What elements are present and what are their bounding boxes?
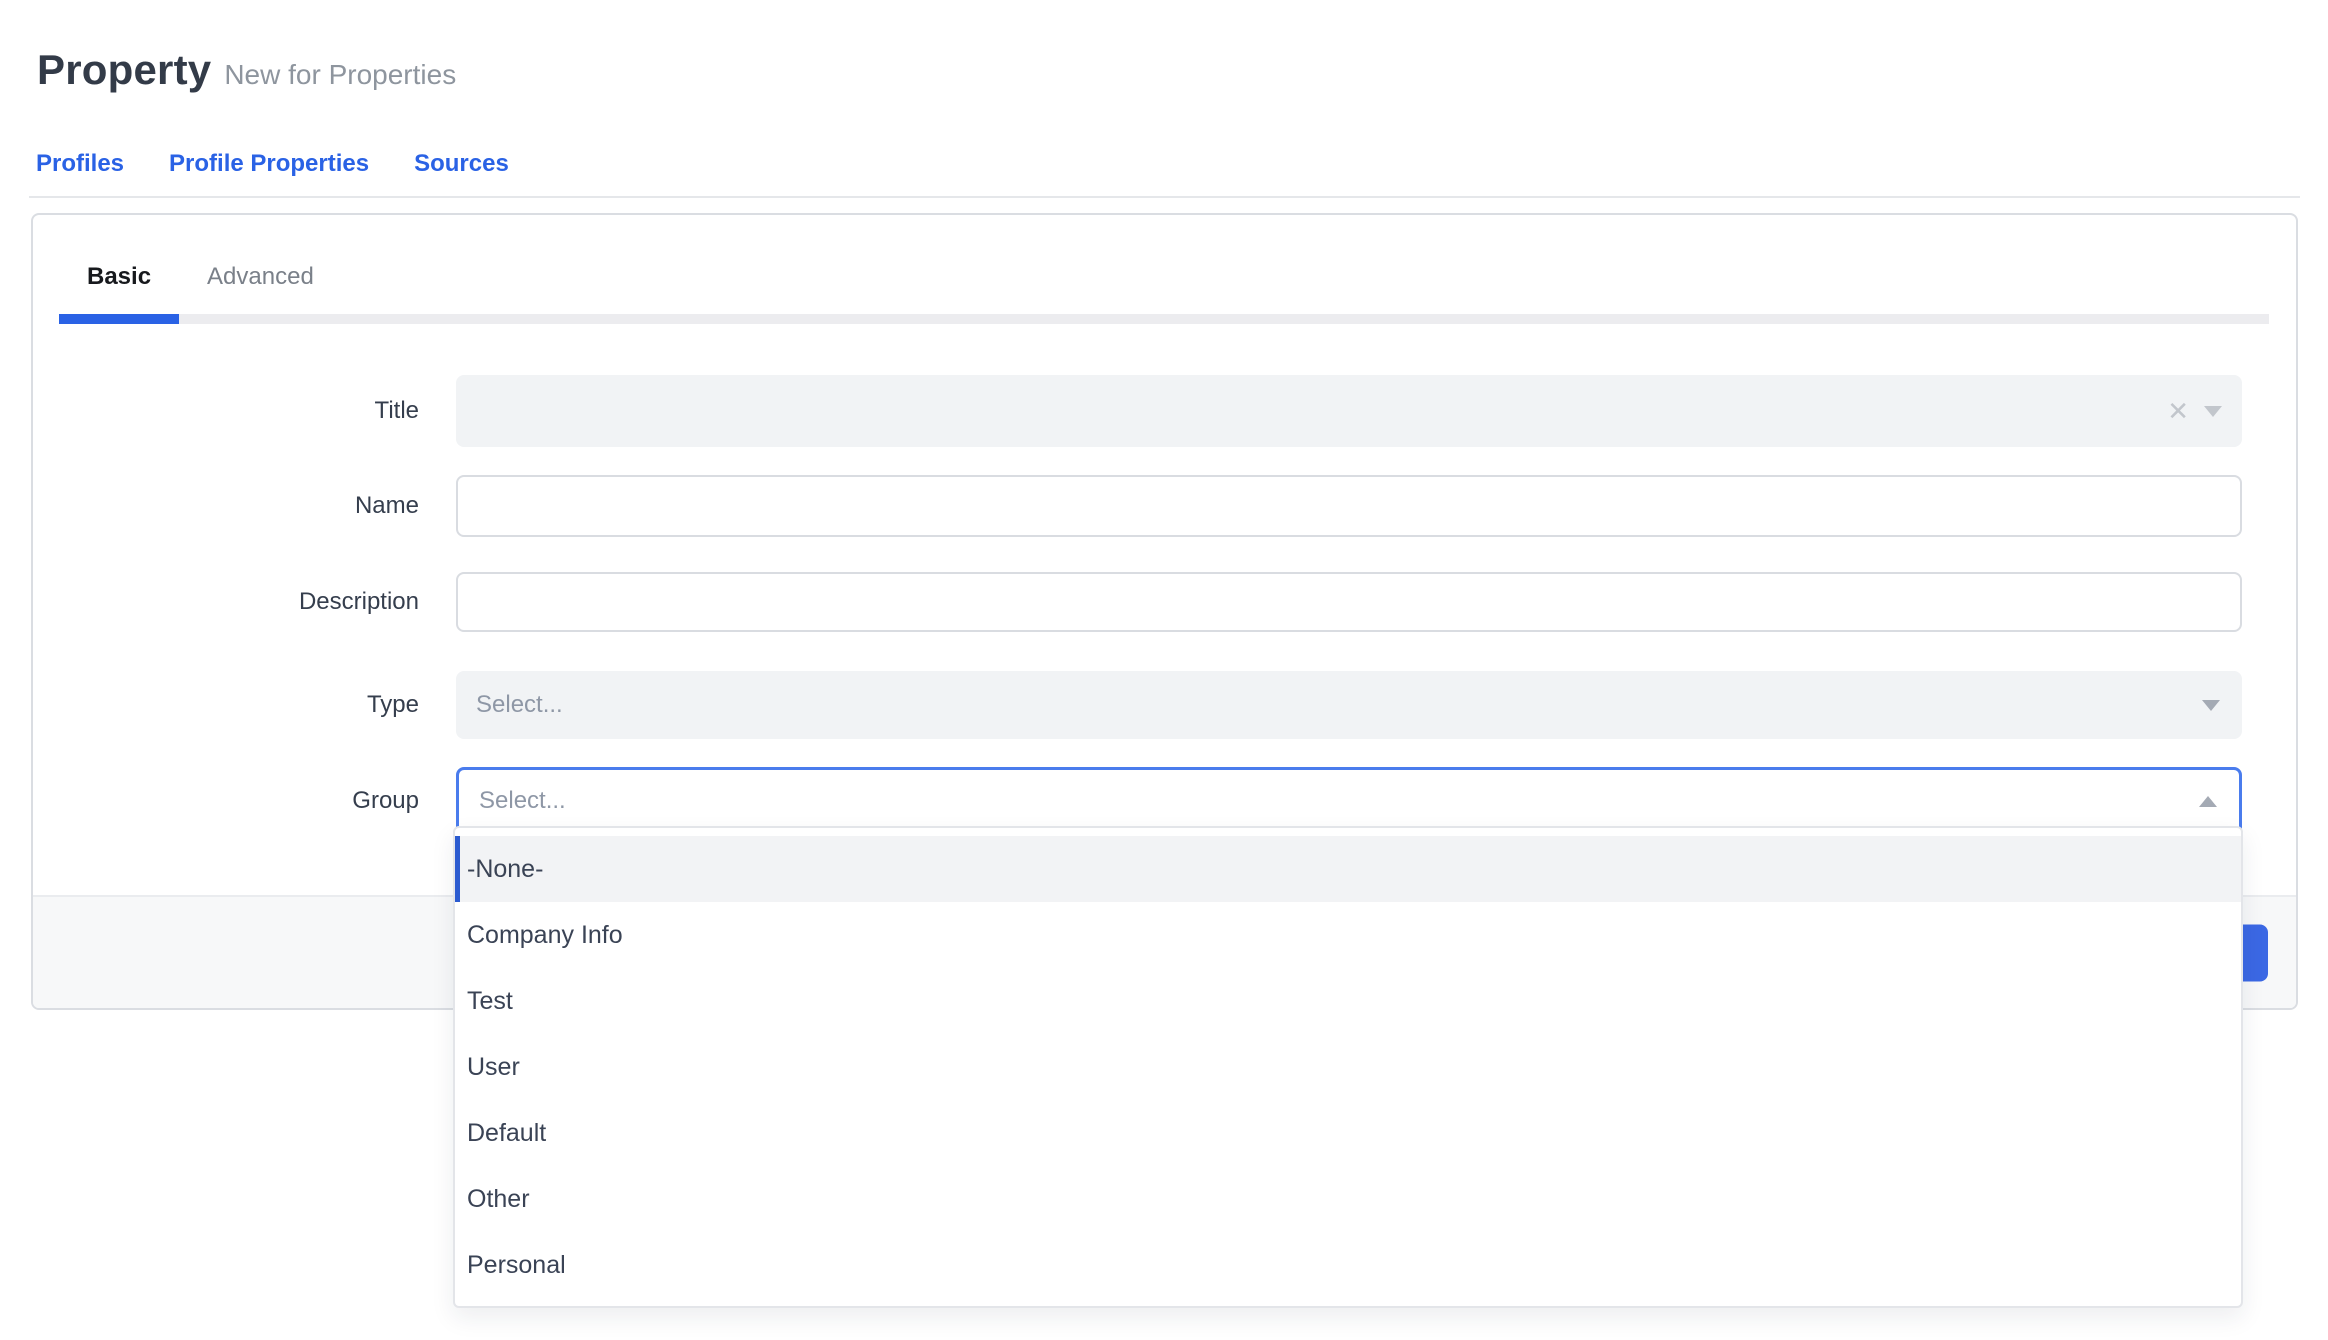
- tab-bar: Basic Advanced: [59, 262, 2269, 314]
- type-label: Type: [59, 691, 419, 719]
- group-option-user[interactable]: User: [455, 1034, 2241, 1100]
- form-row-title: Title ✕: [59, 375, 2242, 447]
- nav-link-profile-properties[interactable]: Profile Properties: [169, 149, 369, 179]
- tab-basic-label: Basic: [87, 263, 151, 290]
- description-label: Description: [59, 588, 419, 616]
- caret-down-icon[interactable]: [2204, 406, 2222, 417]
- tab-basic[interactable]: Basic: [59, 262, 179, 314]
- group-option-company-info[interactable]: Company Info: [455, 902, 2241, 968]
- type-select[interactable]: Select...: [456, 671, 2242, 739]
- form-row-description: Description: [59, 572, 2242, 632]
- nav-link-sources[interactable]: Sources: [414, 149, 509, 179]
- tab-advanced[interactable]: Advanced: [179, 262, 342, 314]
- group-select-placeholder: Select...: [479, 787, 566, 815]
- description-input[interactable]: [456, 572, 2242, 632]
- clear-icon[interactable]: ✕: [2167, 398, 2189, 424]
- group-option-personal[interactable]: Personal: [455, 1232, 2241, 1298]
- nav-link-profiles[interactable]: Profiles: [36, 149, 124, 179]
- active-tab-indicator: [59, 314, 179, 324]
- form-row-type: Type Select...: [59, 671, 2242, 739]
- form-row-group: Group Select...: [59, 767, 2242, 835]
- page-title: Property: [37, 46, 211, 94]
- tab-advanced-label: Advanced: [207, 263, 314, 290]
- form-row-name: Name: [59, 475, 2242, 537]
- header-divider: [29, 196, 2300, 198]
- tab-track: [59, 314, 2269, 324]
- header-nav: Profiles Profile Properties Sources: [36, 149, 509, 179]
- basic-form: Title ✕ Name Description Type: [59, 350, 2242, 835]
- page-subtitle: New for Properties: [224, 59, 456, 91]
- group-option-default[interactable]: Default: [455, 1100, 2241, 1166]
- caret-up-icon[interactable]: [2199, 796, 2217, 807]
- type-select-placeholder: Select...: [476, 691, 563, 719]
- group-label: Group: [59, 787, 419, 815]
- group-option-test[interactable]: Test: [455, 968, 2241, 1034]
- group-option-other[interactable]: Other: [455, 1166, 2241, 1232]
- title-multiselect[interactable]: ✕: [456, 375, 2242, 447]
- title-label: Title: [59, 397, 419, 425]
- caret-down-icon[interactable]: [2202, 700, 2220, 711]
- group-select[interactable]: Select...: [456, 767, 2242, 835]
- name-input[interactable]: [456, 475, 2242, 537]
- group-option-none[interactable]: -None-: [455, 836, 2241, 902]
- name-label: Name: [59, 492, 419, 520]
- group-dropdown-menu: -None- Company Info Test User Default Ot…: [453, 826, 2243, 1308]
- page-header: Property New for Properties: [37, 46, 456, 94]
